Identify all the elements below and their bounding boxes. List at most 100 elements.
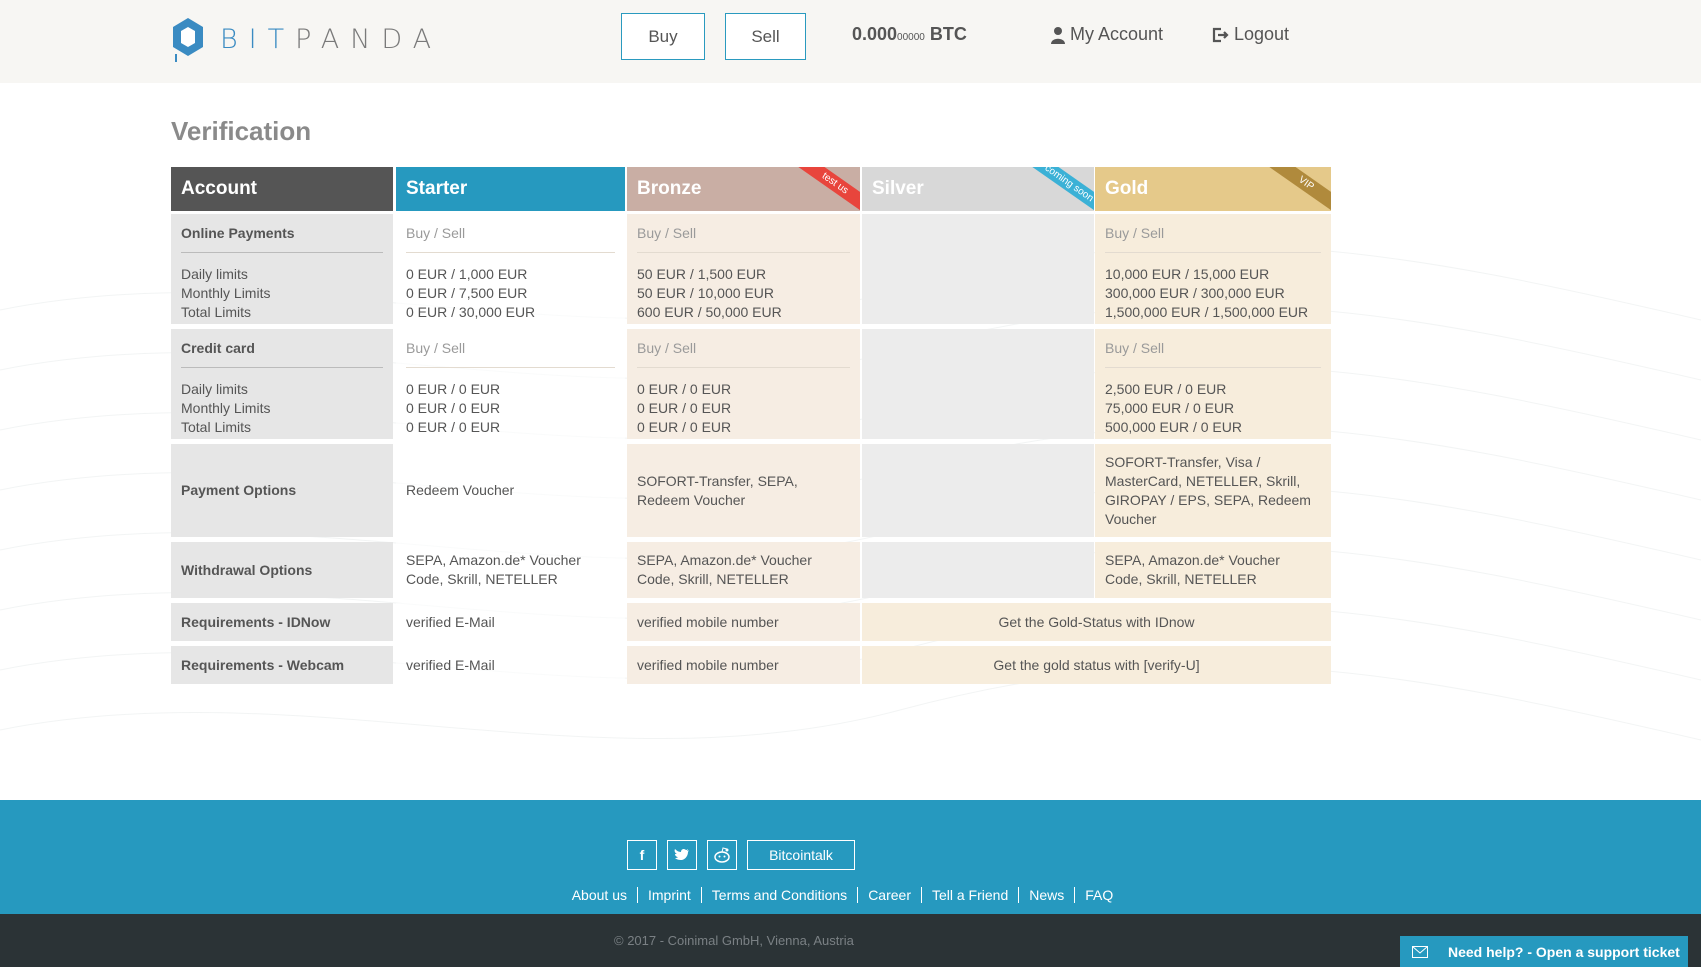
divider: [181, 367, 383, 368]
daily-limit-value: 2,500 EUR / 0 EUR: [1105, 381, 1227, 397]
monthly-limit-value: 0 EUR / 0 EUR: [406, 400, 501, 416]
header-silver: Silver coming soon: [862, 167, 1094, 211]
row-payment-label-cell: Payment Options: [171, 444, 393, 537]
facebook-icon[interactable]: f: [627, 840, 657, 870]
requirements-webcam-label: Requirements - Webcam: [181, 656, 345, 673]
footer-link-faq[interactable]: FAQ: [1075, 887, 1123, 903]
divider: [181, 252, 383, 253]
daily-limits-label: Daily limits: [181, 266, 248, 282]
row-online-silver: [862, 214, 1094, 324]
header-bronze-label: Bronze: [637, 178, 702, 199]
row-online-label-cell: Online Payments Daily limits Monthly Limi…: [171, 214, 393, 324]
footer-link-imprint[interactable]: Imprint: [638, 887, 702, 903]
requirement-value: verified E-Mail: [406, 656, 495, 673]
requirements-idnow-label: Requirements - IDNow: [181, 613, 331, 630]
footer-link-career[interactable]: Career: [858, 887, 922, 903]
header-gold-label: Gold: [1105, 178, 1149, 199]
divider: [406, 252, 615, 253]
my-account-link[interactable]: My Account: [1050, 24, 1163, 45]
row-idnow-gold[interactable]: Get the Gold-Status with IDnow: [862, 603, 1331, 641]
header-bronze: Bronze test us: [627, 167, 860, 211]
requirement-value: verified mobile number: [637, 656, 779, 673]
user-icon: [1051, 26, 1065, 44]
bitcointalk-button[interactable]: Bitcointalk: [747, 840, 855, 870]
row-webcam-starter: verified E-Mail: [396, 646, 625, 684]
row-webcam-bronze: verified mobile number: [627, 646, 860, 684]
monthly-limit-value: 0 EUR / 7,500 EUR: [406, 285, 528, 301]
monthly-limit-value: 50 EUR / 10,000 EUR: [637, 285, 774, 301]
divider: [1105, 252, 1321, 253]
buy-sell-label: Buy / Sell: [637, 340, 697, 356]
withdrawal-options-value: SEPA, Amazon.de* Voucher Code, Skrill, N…: [406, 552, 581, 587]
ribbon-test-us: test us: [793, 167, 860, 211]
balance-unit: BTC: [929, 24, 967, 44]
monthly-limits-label: Monthly Limits: [181, 400, 271, 416]
payment-options-value: Redeem Voucher: [406, 482, 515, 498]
envelope-icon: [1412, 945, 1428, 958]
total-limit-value: 0 EUR / 0 EUR: [637, 419, 732, 435]
daily-limit-value: 0 EUR / 1,000 EUR: [406, 266, 528, 282]
online-payments-label: Online Payments: [181, 225, 295, 241]
ribbon-coming-soon: coming soon: [1027, 167, 1094, 211]
monthly-limit-value: 300,000 EUR / 300,000 EUR: [1105, 285, 1285, 301]
row-payment-bronze: SOFORT-Transfer, SEPA, Redeem Voucher: [627, 444, 860, 537]
withdrawal-options-value: SEPA, Amazon.de* Voucher Code, Skrill, N…: [637, 552, 812, 587]
gold-status-idnow-link[interactable]: Get the Gold-Status with IDnow: [998, 613, 1194, 632]
gold-status-webcam-link[interactable]: Get the gold status with [verify-U]: [993, 656, 1199, 675]
row-online-gold: Buy / Sell 10,000 EUR / 15,000 EUR 300,00…: [1095, 214, 1331, 324]
header-gold: Gold VIP: [1095, 167, 1331, 211]
total-limit-value: 1,500,000 EUR / 1,500,000 EUR: [1105, 304, 1309, 320]
balance-main: 0.000: [852, 24, 898, 44]
payment-options-value: SOFORT-Transfer, SEPA, Redeem Voucher: [637, 472, 798, 508]
reddit-icon[interactable]: [707, 840, 737, 870]
row-webcam-gold[interactable]: Get the gold status with [verify-U]: [862, 646, 1331, 684]
daily-limit-value: 0 EUR / 0 EUR: [406, 381, 501, 397]
row-withdrawal-bronze: SEPA, Amazon.de* Voucher Code, Skrill, N…: [627, 542, 860, 598]
row-credit-label-cell: Credit card Daily limits Monthly Limits To…: [171, 329, 393, 439]
total-limit-value: 500,000 EUR / 0 EUR: [1105, 419, 1242, 435]
row-credit-silver: [862, 329, 1094, 439]
row-payment-starter: Redeem Voucher: [396, 444, 625, 537]
row-idnow-bronze: verified mobile number: [627, 603, 860, 641]
btc-balance: 0.00000000 BTC: [852, 24, 967, 45]
daily-limit-value: 0 EUR / 0 EUR: [637, 381, 732, 397]
sell-button[interactable]: Sell: [725, 13, 806, 60]
withdrawal-options-label: Withdrawal Options: [181, 561, 313, 578]
requirement-value: verified E-Mail: [406, 613, 495, 630]
payment-options-label: Payment Options: [181, 482, 297, 498]
buy-button[interactable]: Buy: [621, 13, 705, 60]
row-withdrawal-label-cell: Withdrawal Options: [171, 542, 393, 598]
requirement-value: verified mobile number: [637, 613, 779, 630]
page-title: Verification: [171, 116, 312, 146]
divider: [406, 367, 615, 368]
logo-text-bit: BIT: [220, 23, 296, 55]
ribbon-vip: VIP: [1264, 167, 1331, 211]
twitter-icon[interactable]: [667, 840, 697, 870]
logo-text: BITPANDA: [220, 24, 442, 55]
bitpanda-logo[interactable]: BITPANDA: [170, 14, 442, 64]
total-limits-label: Total Limits: [181, 419, 252, 435]
row-payment-gold: SOFORT-Transfer, Visa / MasterCard, NETE…: [1095, 444, 1331, 537]
footer-link-tell-a-friend[interactable]: Tell a Friend: [922, 887, 1020, 903]
header-silver-label: Silver: [872, 178, 924, 199]
buy-sell-label: Buy / Sell: [637, 225, 697, 241]
monthly-limit-value: 75,000 EUR / 0 EUR: [1105, 400, 1235, 416]
buy-sell-label: Buy / Sell: [406, 225, 466, 241]
balance-small-digits: 00000: [897, 32, 925, 43]
my-account-label: My Account: [1070, 24, 1164, 44]
payment-options-value: SOFORT-Transfer, Visa / MasterCard, NETE…: [1105, 453, 1311, 527]
row-webcam-label-cell: Requirements - Webcam: [171, 646, 393, 684]
row-idnow-starter: verified E-Mail: [396, 603, 625, 641]
support-ticket-button[interactable]: Need help? - Open a support ticket: [1400, 936, 1688, 967]
copyright-text: © 2017 - Coinimal GmbH, Vienna, Austria: [614, 933, 854, 948]
row-withdrawal-silver: [862, 542, 1094, 598]
footer-link-terms[interactable]: Terms and Conditions: [702, 887, 859, 903]
logout-link[interactable]: Logout: [1212, 24, 1289, 45]
logo-hexagon-icon: [173, 18, 203, 62]
divider: [637, 252, 850, 253]
row-withdrawal-starter: SEPA, Amazon.de* Voucher Code, Skrill, N…: [396, 542, 625, 598]
row-credit-starter: Buy / Sell 0 EUR / 0 EUR 0 EUR / 0 EUR 0 E…: [396, 329, 625, 439]
footer-link-news[interactable]: News: [1019, 887, 1076, 903]
footer-link-about-us[interactable]: About us: [562, 887, 638, 903]
buy-sell-label: Buy / Sell: [406, 340, 466, 356]
